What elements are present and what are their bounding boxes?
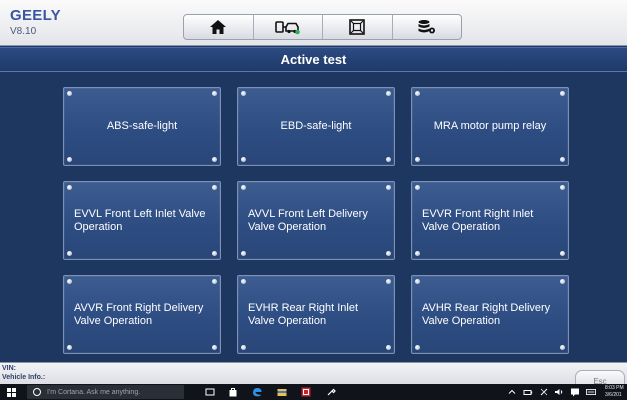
windows-start-icon[interactable] [7, 388, 16, 397]
cortana-search-box[interactable]: I'm Cortana. Ask me anything. [27, 385, 184, 399]
keyboard-icon[interactable] [586, 387, 596, 397]
tile-label: EBD-safe-light [280, 120, 352, 132]
tile-label: EVVR Front Right Inlet Valve Operation [422, 207, 534, 233]
brand-name: GEELY [10, 7, 61, 24]
database-settings-button[interactable] [393, 15, 462, 39]
test-tile-mra-motor-pump-relay[interactable]: MRA motor pump relay [411, 87, 569, 166]
diagnostic-tool-icon[interactable] [326, 387, 336, 397]
store-icon[interactable] [228, 387, 238, 397]
file-explorer-icon[interactable] [277, 387, 287, 397]
vehicle-diagnosis-button[interactable] [254, 15, 323, 39]
test-tile-abs-safe-light[interactable]: ABS-safe-light [63, 87, 221, 166]
battery-icon[interactable] [523, 387, 533, 397]
vehicle-info-bar: VIN: Vehicle Info.: Esc [0, 362, 627, 387]
tile-label: AVVR Front Right Delivery Valve Operatio… [74, 301, 204, 327]
fullscreen-button[interactable] [323, 15, 393, 39]
vin-label: VIN: [2, 365, 16, 372]
tray-chevron-up-icon[interactable] [507, 387, 517, 397]
cortana-placeholder: I'm Cortana. Ask me anything. [47, 388, 141, 396]
home-button[interactable] [184, 15, 254, 39]
home-icon [210, 20, 227, 34]
tile-label: ABS-safe-light [106, 120, 178, 132]
tile-label: EVVL Front Left Inlet Valve Operation [74, 207, 206, 233]
test-tile-avhr[interactable]: AVHR Rear Right Delivery Valve Operation [411, 275, 569, 354]
action-center-icon[interactable] [570, 387, 580, 397]
edge-browser-icon[interactable] [252, 387, 262, 397]
windows-taskbar: I'm Cortana. Ask me anything. 8:03 PM 3/… [0, 384, 627, 400]
database-settings-icon [418, 20, 435, 34]
clock-date: 3/6/201 [605, 392, 622, 398]
test-tile-evvl[interactable]: EVVL Front Left Inlet Valve Operation [63, 181, 221, 260]
test-tile-ebd-safe-light[interactable]: EBD-safe-light [237, 87, 395, 166]
test-tile-avvl[interactable]: AVVL Front Left Delivery Valve Operation [237, 181, 395, 260]
vehicle-info-label: Vehicle Info.: [2, 374, 46, 381]
tile-label: AVHR Rear Right Delivery Valve Operation [422, 301, 551, 327]
network-icon[interactable] [539, 387, 549, 397]
app-version: V8.10 [10, 26, 37, 37]
app-header: GEELY V8.10 [0, 0, 627, 46]
test-tile-avvr[interactable]: AVVR Front Right Delivery Valve Operatio… [63, 275, 221, 354]
tile-label: MRA motor pump relay [433, 120, 547, 132]
test-tile-evvr[interactable]: EVVR Front Right Inlet Valve Operation [411, 181, 569, 260]
fullscreen-icon [349, 19, 366, 35]
cortana-icon [33, 388, 41, 396]
main-toolbar [183, 14, 462, 40]
task-view-icon[interactable] [205, 387, 215, 397]
tile-label: EVHR Rear Right Inlet Valve Operation [248, 301, 359, 327]
test-tile-evhr[interactable]: EVHR Rear Right Inlet Valve Operation [237, 275, 395, 354]
active-test-grid: ABS-safe-light EBD-safe-light MRA motor … [63, 87, 569, 357]
vehicle-diagnosis-icon [274, 21, 300, 35]
page-title: Active test [0, 47, 627, 72]
pinned-app-red-icon[interactable] [301, 387, 311, 397]
brand: GEELY V8.10 [10, 7, 61, 38]
tray-clock[interactable]: 8:03 PM 3/6/201 [605, 385, 624, 399]
clock-time: 8:03 PM [605, 385, 624, 391]
volume-icon[interactable] [554, 387, 564, 397]
tile-label: AVVL Front Left Delivery Valve Operation [248, 207, 368, 233]
